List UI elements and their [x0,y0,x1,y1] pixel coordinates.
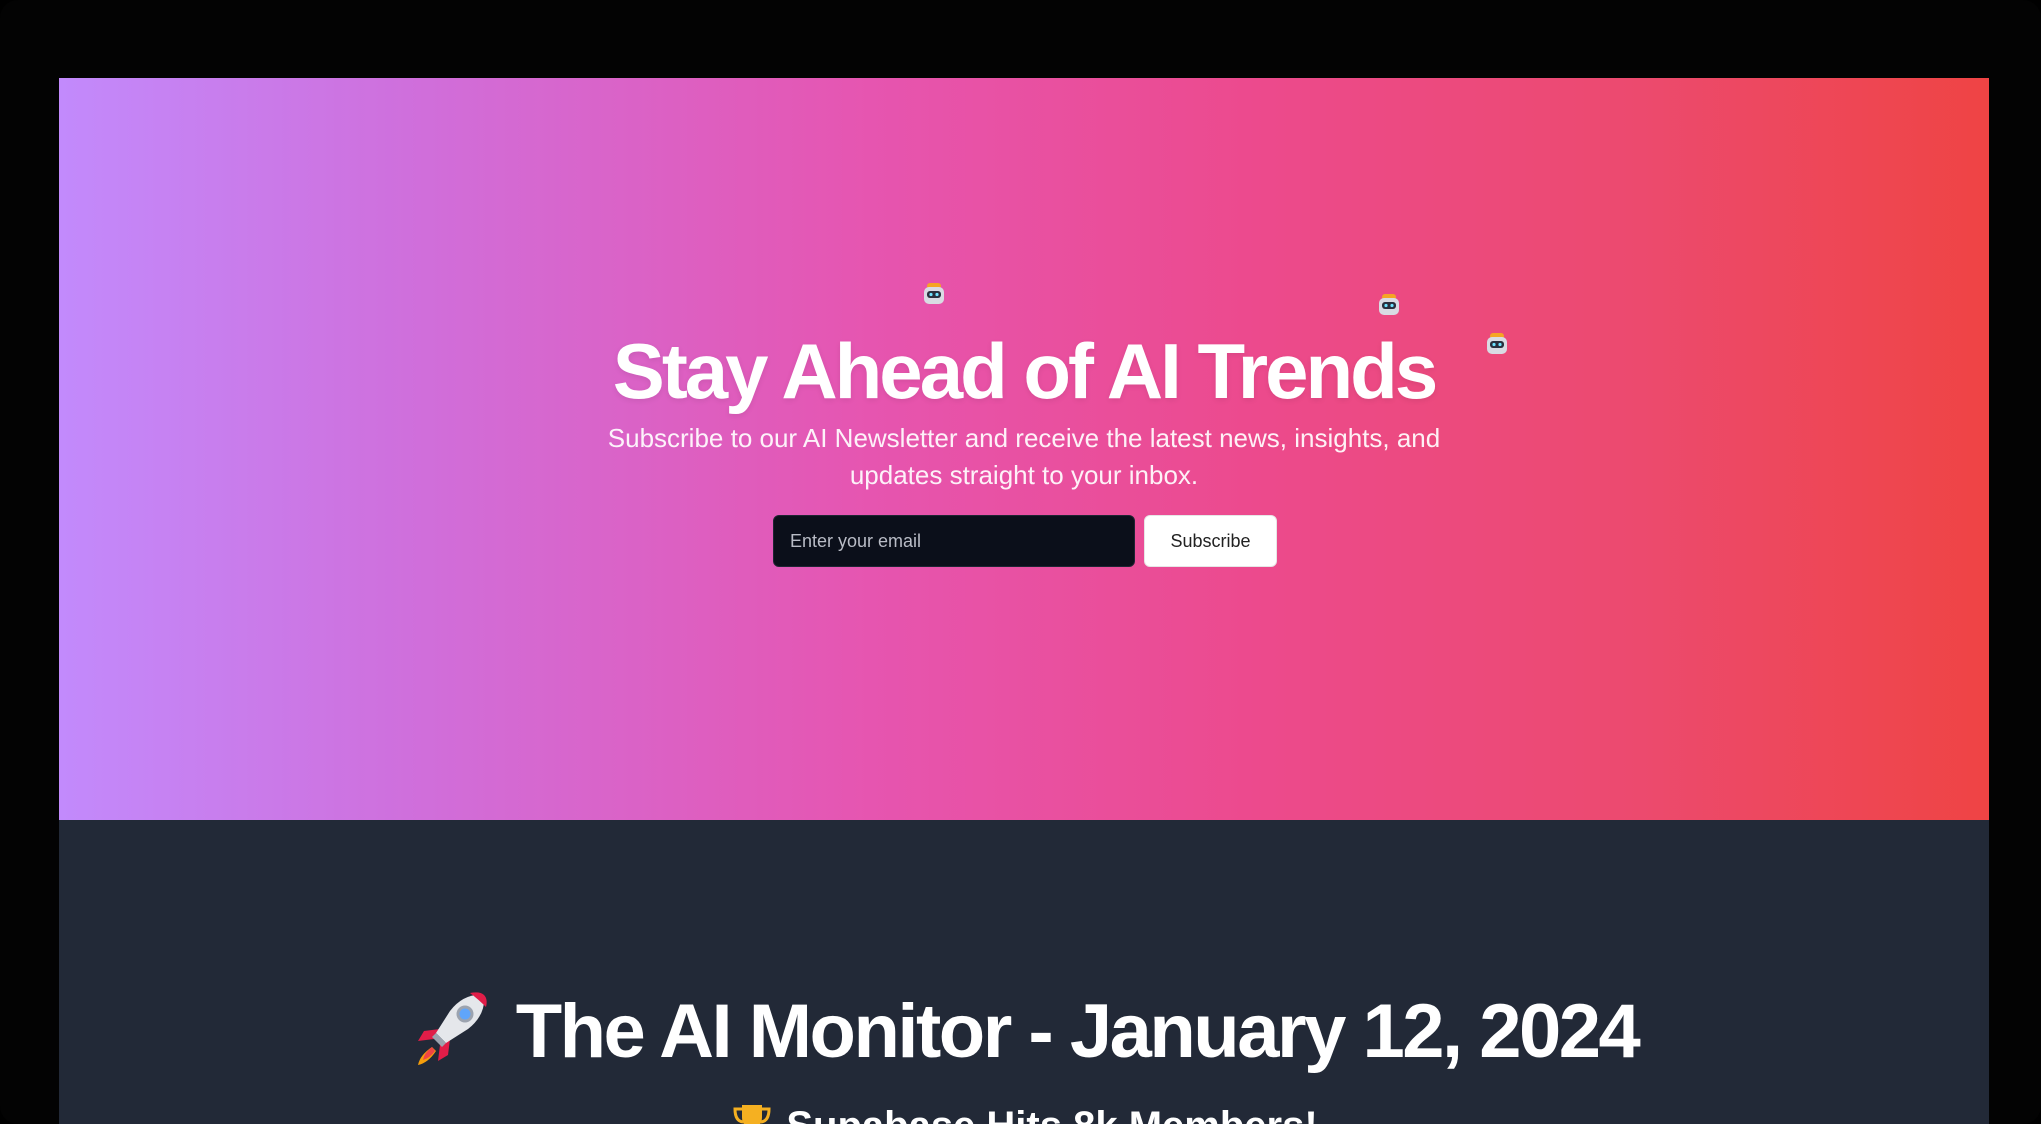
subscribe-button[interactable]: Subscribe [1144,515,1277,567]
subscribe-form: Subscribe [773,515,1277,567]
robot-icon [924,283,944,304]
hero-section: Stay Ahead of AI Trends Subscribe to our… [59,78,1989,820]
robot-icon [1379,294,1399,315]
trophy-icon [733,1105,771,1124]
hero-title: Stay Ahead of AI Trends [612,327,1438,415]
issue-title-text: The AI Monitor - January 12, 2024 [515,989,1641,1074]
newsletter-page: Stay Ahead of AI Trends Subscribe to our… [59,78,1989,1124]
email-input[interactable] [773,515,1135,567]
issue-title: The AI Monitor - January 12, 2024 [59,982,1989,1082]
rocket-icon [417,992,487,1065]
hero-subtitle: Subscribe to our AI Newsletter and recei… [607,423,1441,490]
headline: Supabase Hits 8k Members! [59,1096,1989,1124]
headline-text: Supabase Hits 8k Members! [786,1104,1317,1124]
